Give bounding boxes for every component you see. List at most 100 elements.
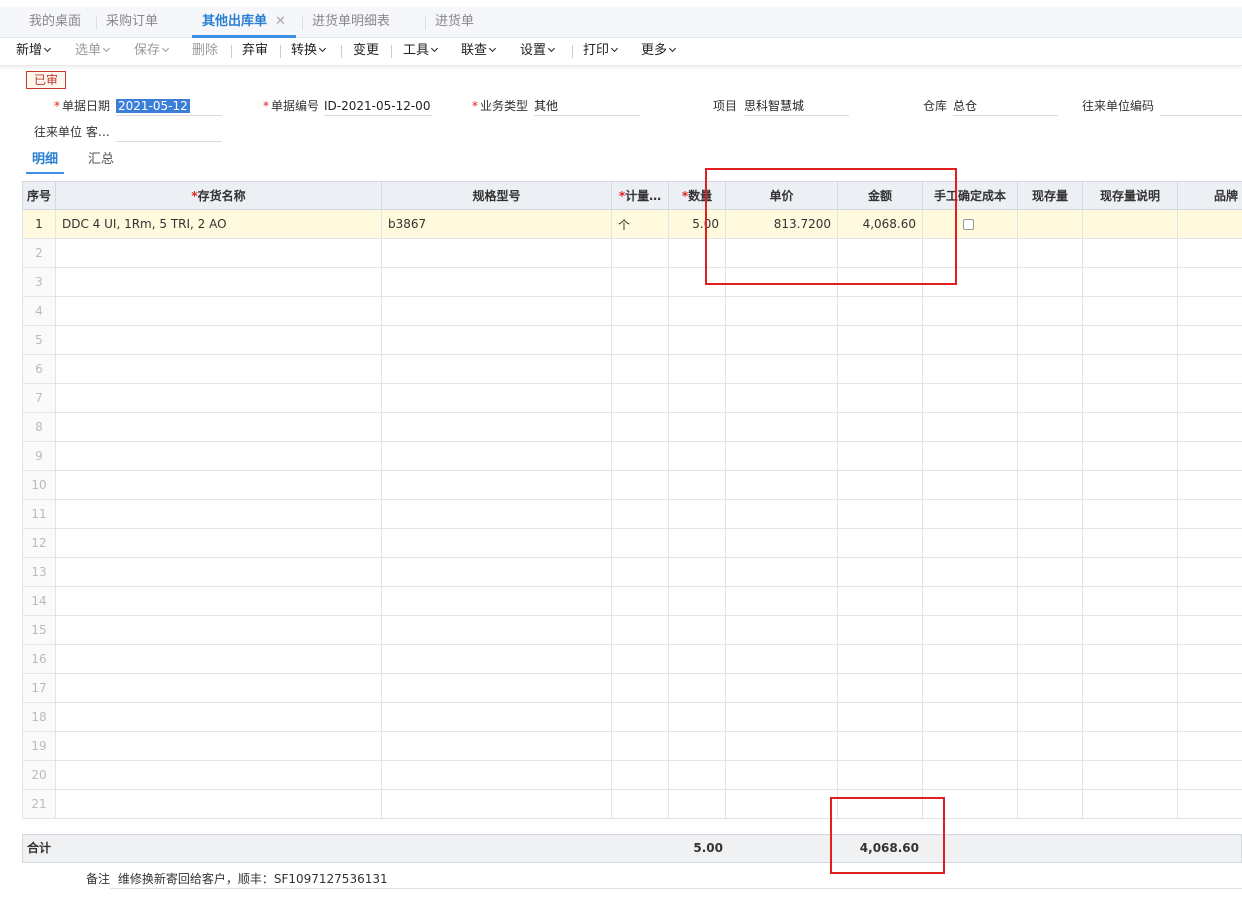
grid-cell[interactable]: [668, 673, 726, 703]
tab-detail[interactable]: 明细: [26, 150, 65, 174]
grid-cell[interactable]: [1177, 615, 1242, 645]
table-row[interactable]: 15: [22, 615, 1242, 645]
grid-cell[interactable]: [1177, 789, 1242, 819]
grid-cell[interactable]: [837, 441, 923, 471]
grid-cell[interactable]: [1082, 412, 1178, 442]
table-row[interactable]: 20: [22, 760, 1242, 790]
grid-cell[interactable]: [611, 615, 669, 645]
grid-cell[interactable]: [837, 325, 923, 355]
column-header[interactable]: 手工确定成本: [922, 181, 1018, 210]
table-row[interactable]: 8: [22, 412, 1242, 442]
grid-cell[interactable]: [725, 267, 838, 297]
grid-cell[interactable]: [1177, 383, 1242, 413]
grid-cell[interactable]: [55, 267, 382, 297]
grid-cell[interactable]: [922, 760, 1018, 790]
grid-cell[interactable]: [381, 296, 612, 326]
grid-cell[interactable]: [922, 731, 1018, 761]
new-button[interactable]: 新增: [16, 38, 52, 65]
grid-cell[interactable]: [381, 325, 612, 355]
grid-cell[interactable]: [922, 354, 1018, 384]
grid-cell[interactable]: [1082, 760, 1178, 790]
table-row[interactable]: 11: [22, 499, 1242, 529]
grid-cell[interactable]: [837, 383, 923, 413]
table-row[interactable]: 2: [22, 238, 1242, 268]
grid-cell[interactable]: [837, 238, 923, 268]
table-row[interactable]: 14: [22, 586, 1242, 616]
grid-cell[interactable]: [1017, 267, 1083, 297]
cell-spec[interactable]: b3867: [381, 209, 612, 239]
grid-cell[interactable]: [725, 325, 838, 355]
grid-cell[interactable]: [55, 412, 382, 442]
grid-cell[interactable]: [837, 354, 923, 384]
grid-cell[interactable]: [1177, 731, 1242, 761]
grid-cell[interactable]: [725, 441, 838, 471]
change-button[interactable]: 变更: [353, 38, 379, 65]
column-header[interactable]: 序号: [22, 181, 56, 210]
convert-button[interactable]: 转换: [291, 38, 327, 65]
grid-cell[interactable]: [381, 731, 612, 761]
grid-cell[interactable]: [922, 412, 1018, 442]
grid-cell[interactable]: [611, 731, 669, 761]
grid-cell[interactable]: [1082, 238, 1178, 268]
grid-cell[interactable]: [611, 267, 669, 297]
grid-cell[interactable]: [668, 586, 726, 616]
grid-cell[interactable]: [668, 412, 726, 442]
grid-cell[interactable]: [1017, 412, 1083, 442]
grid-cell[interactable]: [725, 383, 838, 413]
tab-purchase-detail-report[interactable]: 进货单明细表: [312, 7, 390, 38]
date-field[interactable]: 2021-05-12: [116, 96, 222, 116]
grid-cell[interactable]: [837, 760, 923, 790]
grid-cell[interactable]: [55, 325, 382, 355]
table-row[interactable]: 3: [22, 267, 1242, 297]
unapprove-button[interactable]: 弃审: [242, 38, 268, 65]
tab-other-outbound[interactable]: 其他出库单 ✕: [192, 7, 296, 38]
grid-cell[interactable]: [1177, 644, 1242, 674]
grid-cell[interactable]: [1017, 673, 1083, 703]
tab-purchase-order[interactable]: 采购订单: [106, 7, 158, 38]
biztype-field[interactable]: 其他: [534, 96, 640, 116]
grid-cell[interactable]: [1017, 702, 1083, 732]
grid-cell[interactable]: [55, 644, 382, 674]
grid-cell[interactable]: [55, 760, 382, 790]
grid-cell[interactable]: [668, 528, 726, 558]
grid-cell[interactable]: [381, 470, 612, 500]
table-row[interactable]: 21: [22, 789, 1242, 819]
grid-cell[interactable]: [1017, 383, 1083, 413]
table-row[interactable]: 4: [22, 296, 1242, 326]
grid-cell[interactable]: [668, 296, 726, 326]
grid-cell[interactable]: [1017, 644, 1083, 674]
grid-cell[interactable]: [922, 673, 1018, 703]
tab-purchase-receipt[interactable]: 进货单: [435, 7, 474, 38]
grid-cell[interactable]: [1017, 528, 1083, 558]
print-button[interactable]: 打印: [583, 38, 619, 65]
cell-unit[interactable]: 个: [611, 209, 669, 239]
grid-cell[interactable]: [1177, 528, 1242, 558]
cell-unit-price[interactable]: 813.7200: [725, 209, 838, 239]
grid-cell[interactable]: [1082, 441, 1178, 471]
cell-brand[interactable]: [1177, 209, 1242, 239]
grid-cell[interactable]: [1082, 731, 1178, 761]
grid-cell[interactable]: [922, 528, 1018, 558]
grid-cell[interactable]: [55, 557, 382, 587]
grid-cell[interactable]: [668, 789, 726, 819]
grid-cell[interactable]: [55, 789, 382, 819]
select-button[interactable]: 选单: [75, 38, 111, 65]
grid-cell[interactable]: [611, 354, 669, 384]
grid-cell[interactable]: [611, 644, 669, 674]
grid-cell[interactable]: [922, 499, 1018, 529]
grid-cell[interactable]: [55, 702, 382, 732]
partner-field[interactable]: [116, 122, 222, 142]
grid-cell[interactable]: [922, 441, 1018, 471]
grid-cell[interactable]: [381, 644, 612, 674]
grid-cell[interactable]: [55, 586, 382, 616]
grid-cell[interactable]: [1017, 557, 1083, 587]
cell-stock-note[interactable]: [1082, 209, 1178, 239]
grid-cell[interactable]: [611, 702, 669, 732]
grid-cell[interactable]: [381, 267, 612, 297]
column-header[interactable]: *计量…: [611, 181, 669, 210]
grid-cell[interactable]: [837, 731, 923, 761]
grid-cell[interactable]: [1177, 702, 1242, 732]
grid-cell[interactable]: [668, 615, 726, 645]
grid-cell[interactable]: [922, 296, 1018, 326]
settings-button[interactable]: 设置: [520, 38, 556, 65]
